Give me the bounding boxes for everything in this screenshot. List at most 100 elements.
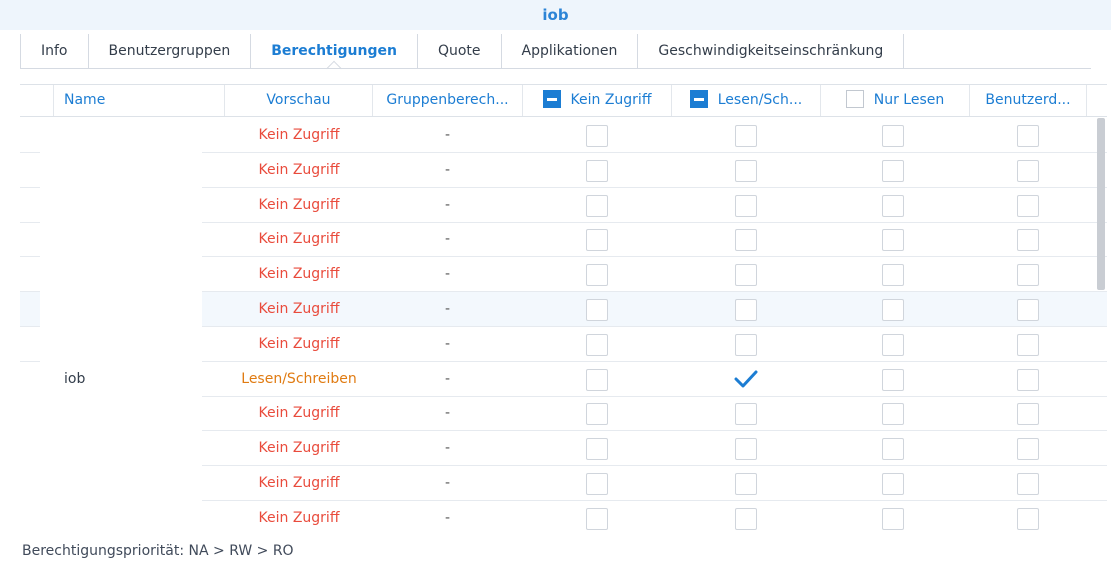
header-no-access[interactable]: Kein Zugriff	[523, 85, 672, 116]
custom-checkbox[interactable]	[1017, 403, 1039, 426]
row-preview: Kein Zugriff	[258, 405, 340, 422]
no-access-checkbox[interactable]	[586, 299, 608, 321]
window-title: iob	[0, 0, 1111, 30]
no-access-checkbox[interactable]	[586, 368, 608, 391]
tab-permissions[interactable]: Berechtigungen	[251, 34, 418, 68]
read-only-checkbox[interactable]	[882, 368, 904, 391]
no-access-checkbox[interactable]	[586, 264, 608, 287]
read-only-select-all-checkbox[interactable]	[845, 89, 864, 108]
no-access-checkbox[interactable]	[586, 125, 608, 147]
read-only-checkbox[interactable]	[882, 507, 904, 530]
header-read-write[interactable]: Lesen/Sch...	[672, 85, 821, 116]
read-write-checkbox[interactable]	[735, 194, 757, 217]
row-hover-highlight-left	[20, 292, 40, 327]
row-group-permission: -	[444, 196, 451, 213]
row-preview: Kein Zugriff	[258, 440, 340, 457]
read-only-checkbox[interactable]	[882, 125, 904, 147]
row-group-permission: -	[444, 475, 451, 491]
read-write-select-all-checkbox[interactable]	[689, 89, 708, 108]
no-access-checkbox[interactable]	[586, 229, 608, 252]
no-access-checkbox[interactable]	[586, 507, 608, 530]
read-only-checkbox[interactable]	[882, 229, 904, 252]
row-preview: Kein Zugriff	[258, 231, 340, 248]
read-write-checkbox[interactable]	[735, 159, 757, 182]
table-row[interactable]: Kein Zugriff -	[20, 222, 1107, 258]
row-preview: Kein Zugriff	[258, 196, 340, 213]
row-preview: Kein Zugriff	[258, 509, 340, 526]
read-only-checkbox[interactable]	[882, 403, 904, 426]
table-row[interactable]: Kein Zugriff -	[20, 257, 1107, 293]
read-only-checkbox[interactable]	[882, 473, 904, 495]
tab-user-groups[interactable]: Benutzergruppen	[89, 34, 252, 68]
read-only-checkbox[interactable]	[882, 299, 904, 321]
table-row[interactable]: Kein Zugriff -	[20, 466, 1107, 501]
no-access-checkbox[interactable]	[586, 159, 608, 182]
read-write-checkbox[interactable]	[735, 473, 757, 495]
row-preview: Kein Zugriff	[258, 301, 340, 317]
tab-info[interactable]: Info	[20, 34, 89, 68]
table-row[interactable]: Kein Zugriff -	[20, 327, 1107, 362]
no-access-checkbox[interactable]	[586, 333, 608, 356]
no-access-checkbox[interactable]	[586, 473, 608, 495]
header-read-write-label: Lesen/Sch...	[717, 92, 803, 108]
table-row[interactable]: Kein Zugriff -	[20, 118, 1107, 153]
custom-checkbox[interactable]	[1017, 159, 1039, 182]
row-name: iob	[64, 370, 86, 387]
tab-bar: Info Benutzergruppen Berechtigungen Quot…	[20, 34, 905, 68]
row-group-permission: -	[444, 335, 451, 352]
table-row[interactable]: Kein Zugriff -	[20, 292, 1107, 327]
table-row[interactable]: iob Lesen/Schreiben -	[20, 362, 1107, 397]
custom-checkbox[interactable]	[1017, 125, 1039, 147]
row-group-permission: -	[444, 161, 451, 178]
permission-priority-note: Berechtigungspriorität: NA > RW > RO	[22, 543, 294, 559]
header-group-permissions[interactable]: Gruppenberech...	[373, 85, 523, 116]
custom-checkbox[interactable]	[1017, 299, 1039, 321]
read-only-checkbox[interactable]	[882, 159, 904, 182]
read-write-checkbox[interactable]	[735, 403, 757, 426]
table-row[interactable]: Kein Zugriff -	[20, 396, 1107, 432]
no-access-checkbox[interactable]	[586, 403, 608, 426]
read-only-checkbox[interactable]	[882, 194, 904, 217]
header-preview[interactable]: Vorschau	[225, 85, 373, 116]
header-read-only[interactable]: Nur Lesen	[821, 85, 970, 116]
vertical-scrollbar[interactable]	[1097, 118, 1105, 290]
checkmark-icon[interactable]	[733, 368, 759, 390]
read-write-checkbox[interactable]	[735, 333, 757, 356]
row-group-permission: -	[444, 509, 451, 526]
read-write-checkbox[interactable]	[735, 299, 757, 321]
header-custom[interactable]: Benutzerd...	[970, 85, 1087, 116]
no-access-select-all-checkbox[interactable]	[542, 89, 561, 108]
row-group-permission: -	[444, 231, 451, 248]
no-access-checkbox[interactable]	[586, 194, 608, 217]
table-row[interactable]: Kein Zugriff -	[20, 431, 1107, 467]
read-write-checkbox[interactable]	[735, 438, 757, 461]
custom-checkbox[interactable]	[1017, 333, 1039, 356]
custom-checkbox[interactable]	[1017, 264, 1039, 287]
table-row[interactable]: Kein Zugriff -	[20, 501, 1107, 534]
row-group-permission: -	[444, 266, 451, 283]
row-preview: Kein Zugriff	[258, 127, 340, 143]
custom-checkbox[interactable]	[1017, 229, 1039, 252]
read-write-checkbox[interactable]	[735, 264, 757, 287]
no-access-checkbox[interactable]	[586, 438, 608, 461]
custom-checkbox[interactable]	[1017, 438, 1039, 461]
table-row[interactable]: Kein Zugriff -	[20, 153, 1107, 188]
read-only-checkbox[interactable]	[882, 264, 904, 287]
read-only-checkbox[interactable]	[882, 333, 904, 356]
custom-checkbox[interactable]	[1017, 473, 1039, 495]
read-write-checkbox[interactable]	[735, 507, 757, 530]
read-write-checkbox[interactable]	[735, 125, 757, 147]
read-write-checkbox[interactable]	[735, 229, 757, 252]
tab-applications[interactable]: Applikationen	[502, 34, 639, 68]
custom-checkbox[interactable]	[1017, 507, 1039, 530]
read-only-checkbox[interactable]	[882, 438, 904, 461]
grid-header: Name Vorschau Gruppenberech... Kein Zugr…	[20, 84, 1107, 117]
custom-checkbox[interactable]	[1017, 368, 1039, 391]
tab-quota[interactable]: Quote	[418, 34, 502, 68]
row-group-permission: -	[444, 405, 451, 422]
tab-speed-limit[interactable]: Geschwindigkeitseinschränkung	[638, 34, 905, 68]
table-row[interactable]: Kein Zugriff -	[20, 188, 1107, 223]
row-preview: Kein Zugriff	[258, 475, 340, 491]
custom-checkbox[interactable]	[1017, 194, 1039, 217]
header-name[interactable]: Name	[54, 85, 225, 116]
